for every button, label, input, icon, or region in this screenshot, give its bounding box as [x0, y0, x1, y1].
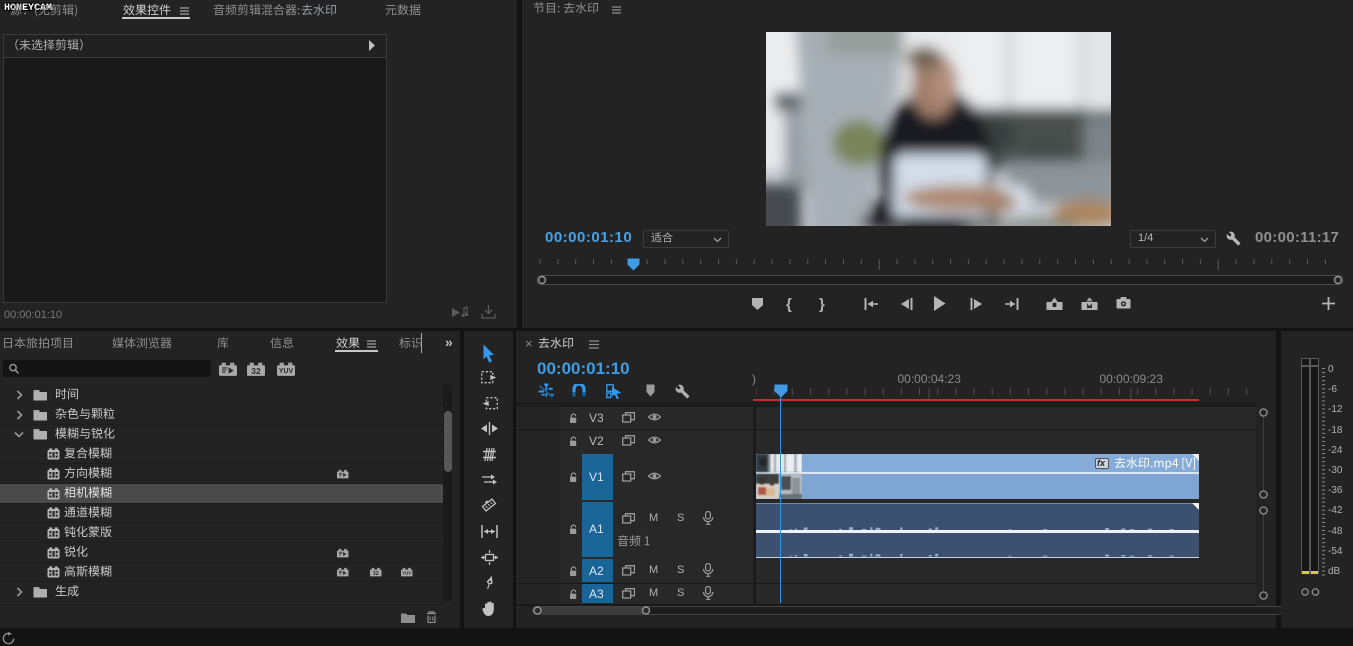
svg-text:32: 32 — [373, 571, 379, 577]
svg-text:YUV: YUV — [402, 571, 411, 576]
svg-text:32: 32 — [251, 366, 261, 376]
svg-text:YUV: YUV — [279, 368, 294, 375]
